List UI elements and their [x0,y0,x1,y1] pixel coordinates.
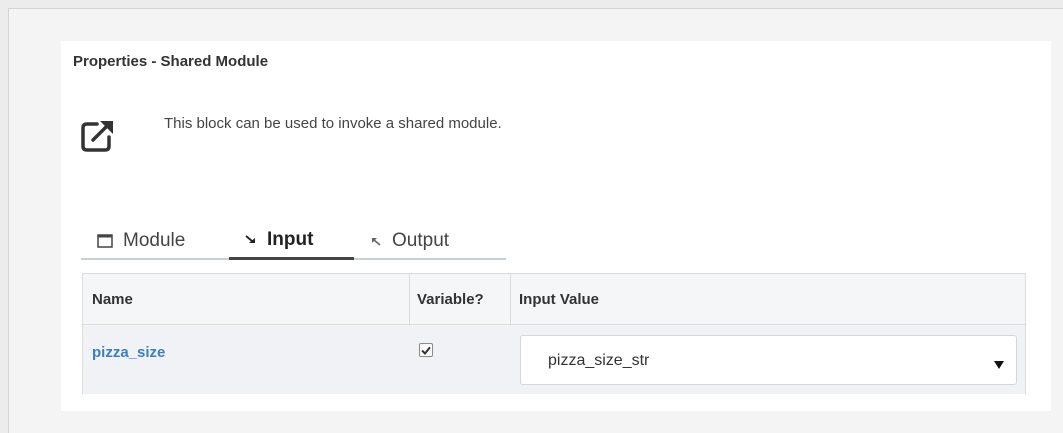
panel-title: Properties - Shared Module [73,53,269,70]
arrow-in-icon [245,234,257,245]
input-name-link[interactable]: pizza_size [92,344,165,361]
input-grid: Name Variable? Input Value pizza_size pi… [82,273,1026,394]
table-row: pizza_size pizza_size_str [83,326,1025,394]
tab-input[interactable]: Input [229,222,354,260]
tab-bar: Module Input Output [81,222,506,260]
variable-checkbox[interactable] [419,343,433,357]
column-header-input-value[interactable]: Input Value [519,291,599,308]
arrow-out-icon [370,236,382,246]
checkmark-icon [421,346,431,355]
tab-input-label: Input [267,228,314,250]
caret-down-icon [994,356,1004,374]
tab-module-label: Module [123,230,186,251]
window-icon [97,234,113,248]
input-value-select[interactable]: pizza_size_str [520,335,1017,385]
tab-output[interactable]: Output [354,222,484,260]
tab-output-label: Output [392,230,450,251]
properties-panel: Properties - Shared Module This block ca… [61,41,1051,411]
grid-header: Name Variable? Input Value [83,274,1025,325]
column-header-name[interactable]: Name [92,291,133,308]
external-link-icon [77,116,117,156]
tab-module[interactable]: Module [81,222,229,260]
page-frame: Properties - Shared Module This block ca… [8,8,1063,433]
panel-description: This block can be used to invoke a share… [164,115,502,132]
input-value-selected: pizza_size_str [548,352,650,369]
column-header-variable[interactable]: Variable? [417,291,484,308]
